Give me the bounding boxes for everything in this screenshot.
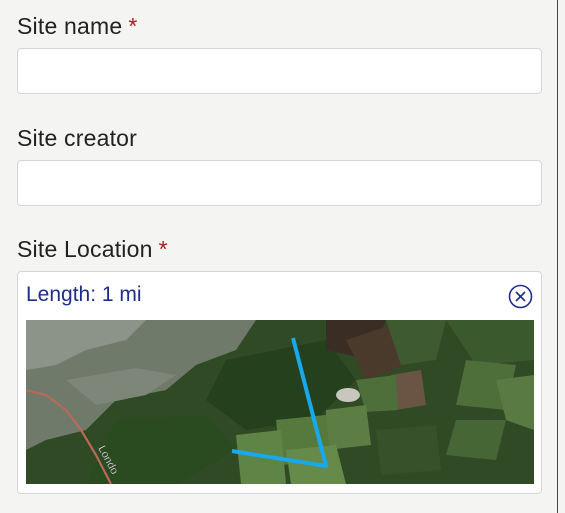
scrollbar[interactable] [557,0,565,513]
site-creator-input[interactable] [17,160,542,206]
length-readout: Length: 1 mi [26,283,142,306]
site-location-label: Site Location * [17,236,168,263]
site-creator-label: Site creator [17,125,138,151]
form-panel: Site name * Site creator Site Location * L… [0,0,558,513]
site-name-input[interactable] [17,48,542,94]
site-name-required-mark: * [128,13,138,39]
site-location-required-mark: * [158,236,168,262]
site-name-label-text: Site name [17,13,123,39]
satellite-map-image: Londo [26,320,534,484]
location-map[interactable]: Londo [26,320,534,484]
circle-x-icon [508,284,533,309]
clear-location-button[interactable] [508,284,533,309]
site-location-label-text: Site Location [17,236,153,262]
site-name-label: Site name * [17,13,138,40]
